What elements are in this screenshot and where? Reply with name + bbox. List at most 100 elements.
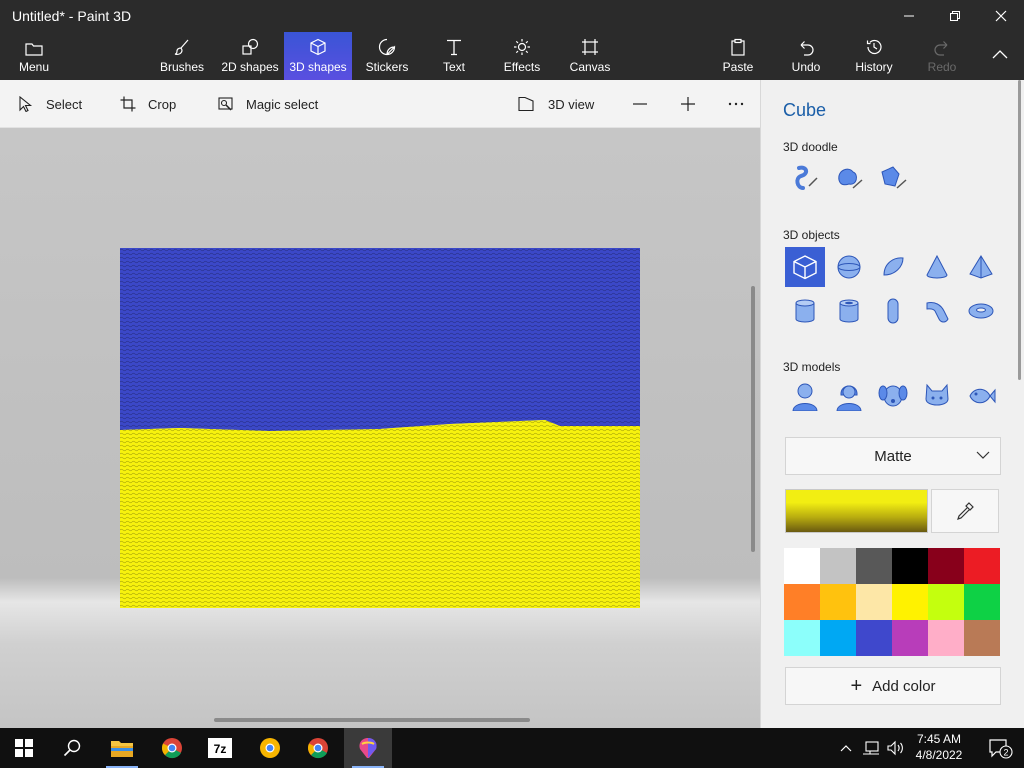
text-icon xyxy=(447,39,461,56)
network-button[interactable] xyxy=(860,728,882,768)
tab-label: Stickers xyxy=(365,60,409,74)
3d-view-toggle[interactable]: 3D view xyxy=(518,80,594,128)
hemisphere-object-button[interactable] xyxy=(873,247,913,287)
cat-model-button[interactable] xyxy=(917,378,957,414)
ribbon: Menu Brushes 2D shapes 3D shapes Sticker… xyxy=(0,32,1024,80)
tube-object-button[interactable] xyxy=(829,291,869,331)
magic-select-tool[interactable]: Magic select xyxy=(218,80,318,128)
3d-models-heading: 3D models xyxy=(783,360,841,374)
paste-button[interactable]: Paste xyxy=(716,32,760,80)
current-color-swatch[interactable] xyxy=(785,489,928,533)
sharp-edge-doodle-button[interactable] xyxy=(785,158,825,198)
color-swatch[interactable] xyxy=(784,620,820,656)
2d-shapes-icon xyxy=(242,38,259,55)
color-swatch[interactable] xyxy=(928,548,964,584)
restore-button[interactable] xyxy=(932,0,978,32)
tab-stickers[interactable]: Stickers xyxy=(362,32,412,80)
toolbar: Select Crop Magic select 3D view xyxy=(0,80,760,128)
sphere-object-button[interactable] xyxy=(829,247,869,287)
color-swatch[interactable] xyxy=(928,584,964,620)
more-options-button[interactable] xyxy=(728,80,756,128)
tab-brushes[interactable]: Brushes xyxy=(158,32,206,80)
select-tool[interactable]: Select xyxy=(18,80,82,128)
panel-title: Cube xyxy=(783,100,827,120)
color-swatch[interactable] xyxy=(820,548,856,584)
cylinder-object-button[interactable] xyxy=(785,291,825,331)
crop-tool[interactable]: Crop xyxy=(120,80,176,128)
panel-scrollbar[interactable] xyxy=(1018,80,1021,380)
zoom-in-button[interactable] xyxy=(680,80,708,128)
cube-object-button[interactable] xyxy=(785,247,825,287)
color-swatch[interactable] xyxy=(892,548,928,584)
taskbar-clock[interactable]: 7:45 AM 4/8/2022 xyxy=(904,731,974,763)
tab-canvas[interactable]: Canvas xyxy=(566,32,614,80)
color-swatch[interactable] xyxy=(784,548,820,584)
magic-select-icon xyxy=(218,97,233,111)
tube-doodle-button[interactable] xyxy=(873,158,913,198)
material-dropdown[interactable]: Matte xyxy=(785,437,1001,475)
dog-model-button[interactable] xyxy=(873,378,913,414)
cube-icon xyxy=(310,38,326,56)
curved-tube-object-button[interactable] xyxy=(917,291,957,331)
vertical-scrollbar[interactable] xyxy=(751,286,755,552)
color-swatch[interactable] xyxy=(784,584,820,620)
tab-effects[interactable]: Effects xyxy=(500,32,544,80)
color-swatch[interactable] xyxy=(928,620,964,656)
soft-edge-doodle-button[interactable] xyxy=(829,158,869,198)
fish-model-button[interactable] xyxy=(961,378,1001,414)
color-swatch[interactable] xyxy=(820,620,856,656)
color-swatch[interactable] xyxy=(856,548,892,584)
color-swatch[interactable] xyxy=(856,584,892,620)
add-color-button[interactable]: + Add color xyxy=(785,667,1001,705)
undo-button[interactable]: Undo xyxy=(784,32,828,80)
color-swatch[interactable] xyxy=(964,584,1000,620)
menu-button[interactable]: Menu xyxy=(8,32,60,80)
volume-button[interactable] xyxy=(884,728,906,768)
pyramid-icon xyxy=(969,255,993,279)
color-swatch[interactable] xyxy=(820,584,856,620)
canvas-area[interactable] xyxy=(0,128,760,728)
pyramid-object-button[interactable] xyxy=(961,247,1001,287)
cone-object-button[interactable] xyxy=(917,247,957,287)
chrome-button-2[interactable] xyxy=(294,728,342,768)
color-swatch[interactable] xyxy=(892,620,928,656)
taskbar-search-button[interactable] xyxy=(48,728,96,768)
horizontal-scrollbar[interactable] xyxy=(214,718,530,722)
zoom-out-button[interactable] xyxy=(632,80,660,128)
donut-object-button[interactable] xyxy=(961,291,1001,331)
tab-text[interactable]: Text xyxy=(432,32,476,80)
windows-logo-icon xyxy=(15,739,33,757)
cylinder-icon xyxy=(795,299,815,323)
chrome-canary-button[interactable] xyxy=(246,728,294,768)
file-explorer-button[interactable] xyxy=(98,728,146,768)
curved-tube-icon xyxy=(926,302,949,323)
canvas-drawing[interactable] xyxy=(120,248,640,608)
paint3d-taskbar-button[interactable] xyxy=(344,728,392,768)
action-center-button[interactable]: 2 xyxy=(980,728,1020,768)
color-swatch[interactable] xyxy=(964,620,1000,656)
tab-3d-shapes[interactable]: 3D shapes xyxy=(284,32,352,80)
donut-icon xyxy=(968,303,994,319)
tab-2d-shapes[interactable]: 2D shapes xyxy=(220,32,280,80)
chrome-icon xyxy=(308,738,328,759)
color-swatch[interactable] xyxy=(856,620,892,656)
history-button[interactable]: History xyxy=(850,32,898,80)
capsule-object-button[interactable] xyxy=(873,291,913,331)
start-button[interactable] xyxy=(0,728,48,768)
chrome-button[interactable] xyxy=(148,728,196,768)
man-model-button[interactable] xyxy=(785,378,825,414)
show-hidden-icons-button[interactable] xyxy=(838,728,854,768)
7zip-button[interactable]: 7z xyxy=(196,728,244,768)
3d-doodle-heading: 3D doodle xyxy=(783,140,838,154)
close-button[interactable] xyxy=(978,0,1024,32)
shapes-panel: Cube 3D doodle 3D objects 3D models Matt… xyxy=(760,80,1024,728)
fish-icon xyxy=(969,388,996,404)
color-swatch[interactable] xyxy=(964,548,1000,584)
color-swatch[interactable] xyxy=(892,584,928,620)
eyedropper-button[interactable] xyxy=(931,489,999,533)
taskbar: 7z 7:45 AM 4/8/2022 2 xyxy=(0,728,1024,768)
woman-model-button[interactable] xyxy=(829,378,869,414)
collapse-ribbon-button[interactable] xyxy=(982,32,1018,80)
redo-button[interactable]: Redo xyxy=(920,32,964,80)
minimize-button[interactable] xyxy=(886,0,932,32)
